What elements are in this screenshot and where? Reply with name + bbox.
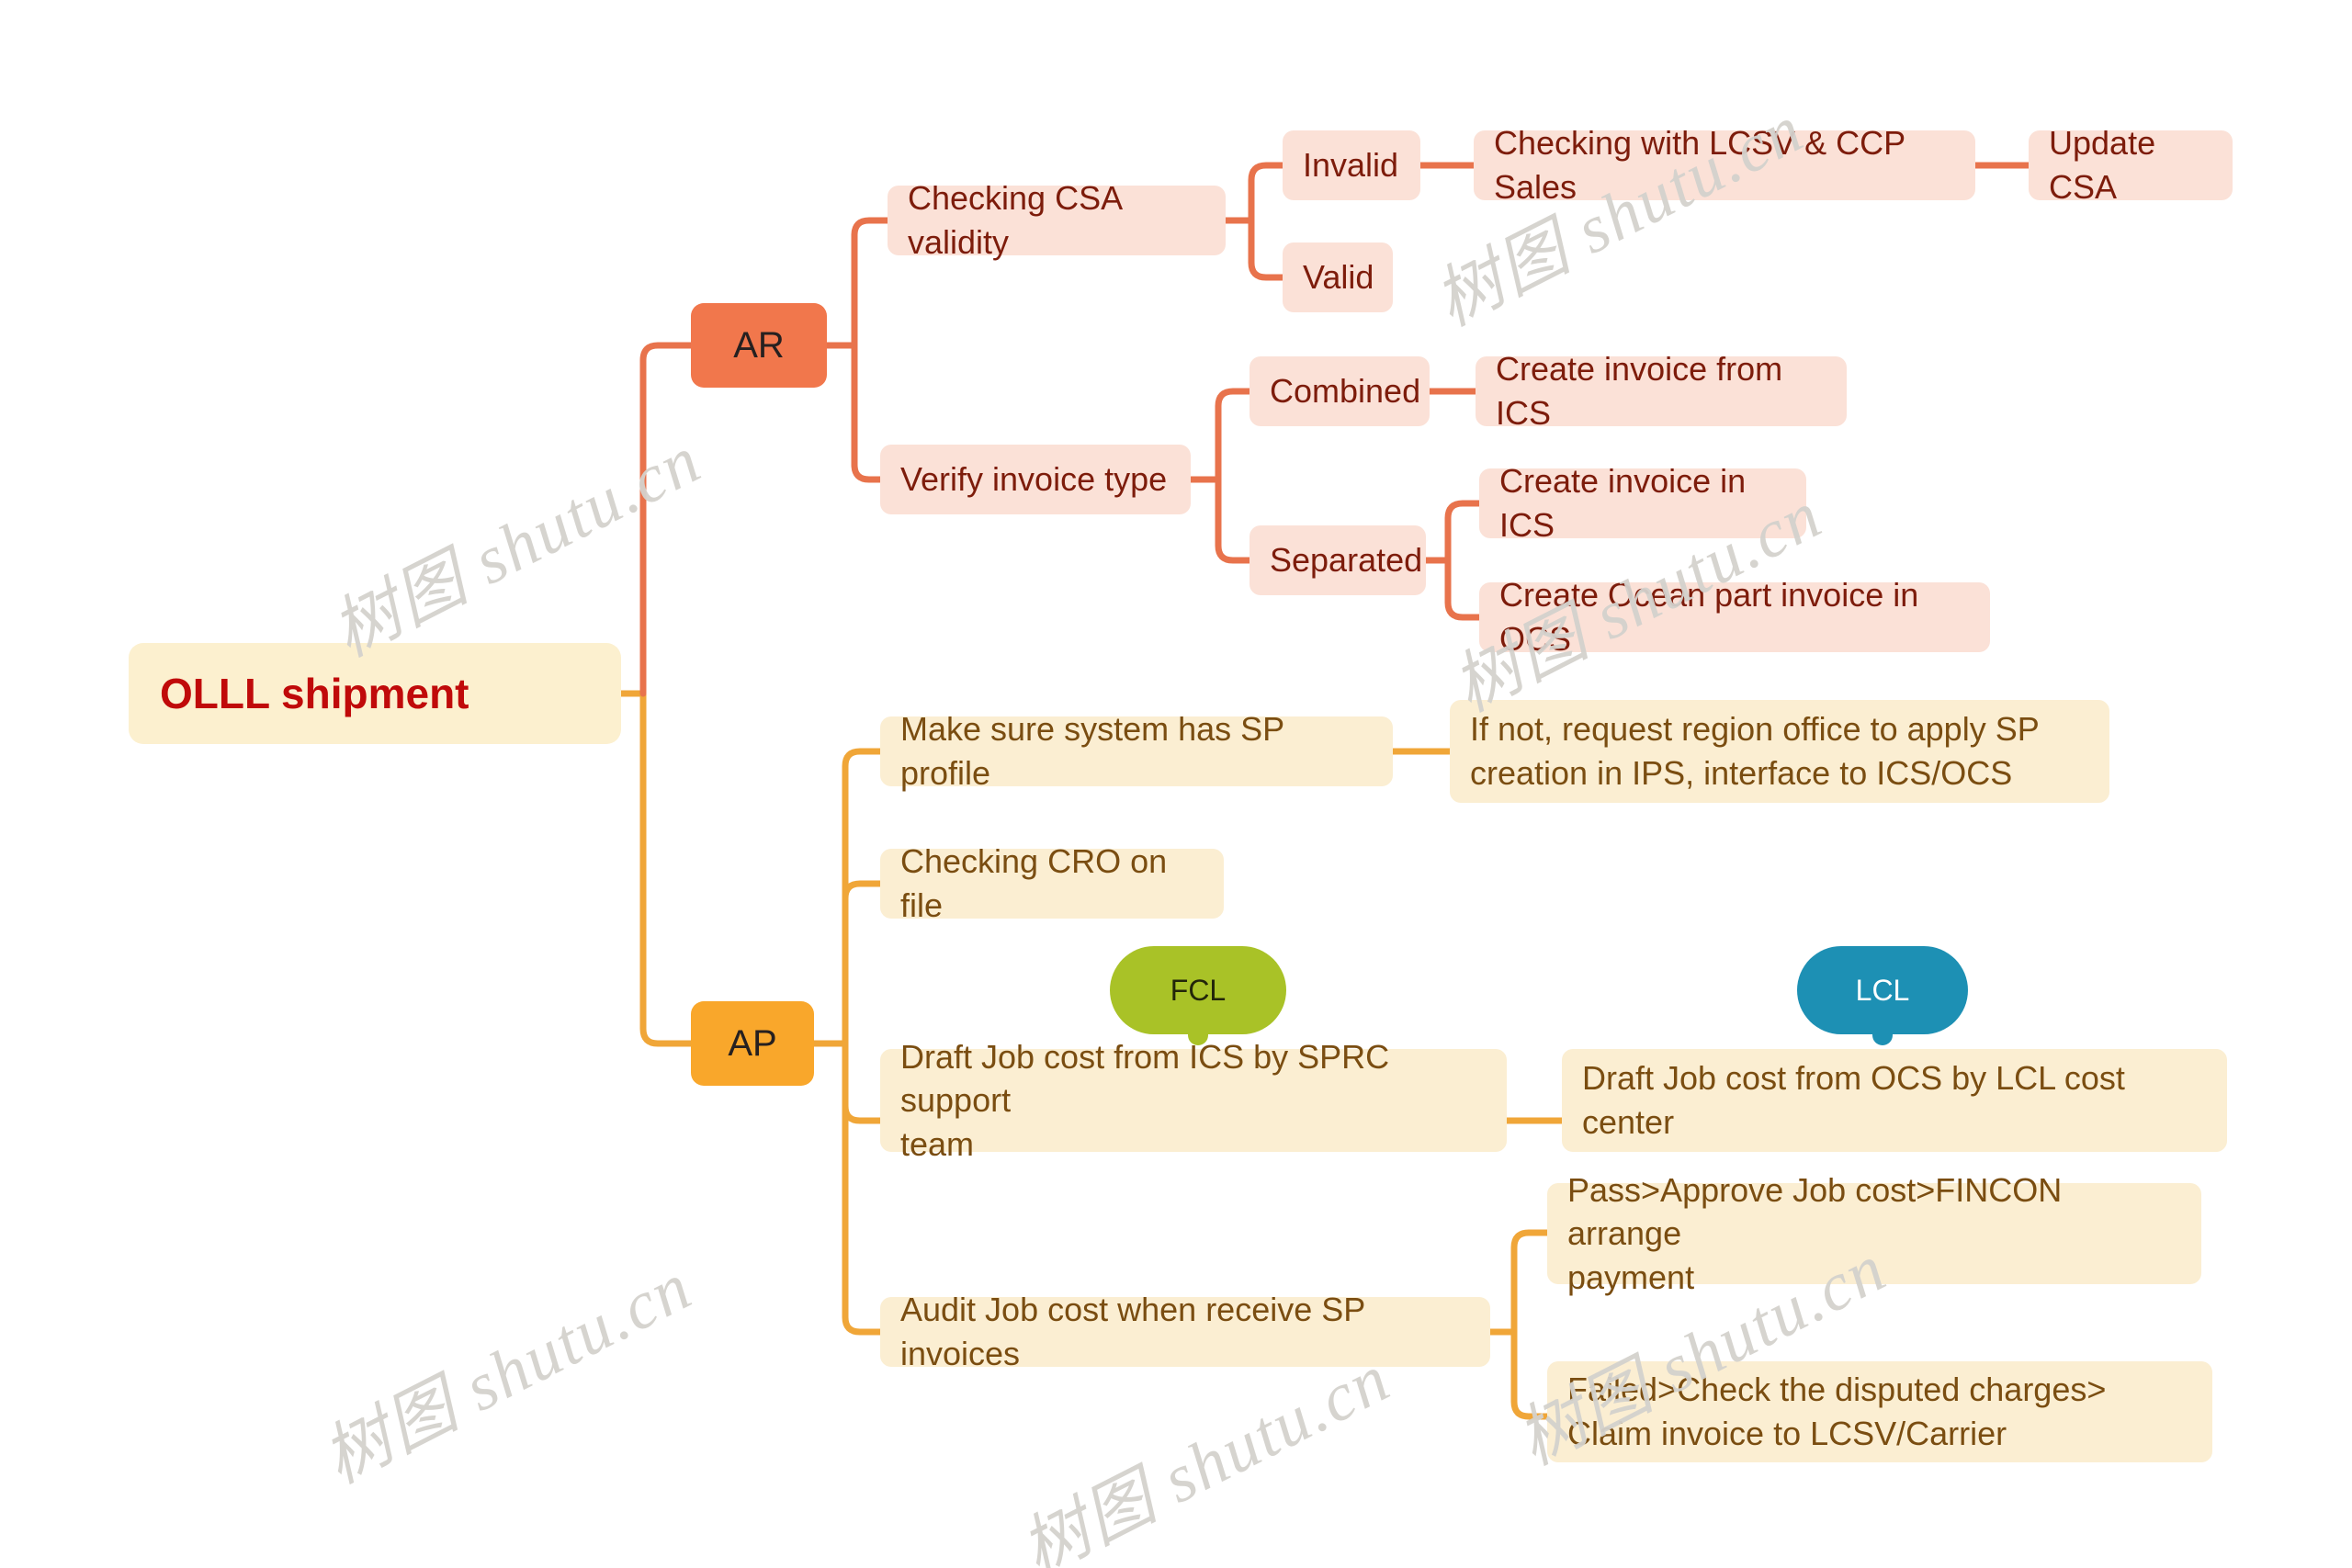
node-draft-job-cost-ics[interactable]: Draft Job cost from ICS by SPRC support … [880,1038,1507,1163]
node-audit-failed-text: Failed>Check the disputed charges> Claim… [1567,1368,2106,1455]
badge-lcl-label: LCL [1855,973,1910,1007]
branch-node-ar[interactable]: AR [691,303,827,388]
node-invalid-label: Invalid [1303,146,1399,185]
node-combined-label: Combined [1270,372,1421,411]
mindmap-canvas: 树图 shutu.cn 树图 shutu.cn 树图 shutu.cn 树图 s… [0,0,2352,1568]
node-create-ocean-part-invoice-in-ocs[interactable]: Create Ocean part invoice in OCS [1479,576,1990,658]
node-audit-pass[interactable]: Pass>Approve Job cost>FINCON arrange pay… [1547,1171,2201,1296]
node-checking-cro-on-file-label: Checking CRO on file [900,842,1168,924]
node-verify-invoice-type-label: Verify invoice type [900,460,1168,499]
node-checking-with-lcsv-ccp-sales[interactable]: Checking with LCSV & CCP Sales [1474,124,1975,206]
node-draft-job-cost-ocs-text: Draft Job cost from OCS by LCL cost cent… [1582,1056,2125,1144]
node-checking-csa-validity-label: Checking CSA validity [908,179,1122,261]
badge-lcl[interactable]: LCL [1797,946,1968,1045]
node-audit-job-cost[interactable]: Audit Job cost when receive SP invoices [880,1291,1490,1372]
node-create-ocean-part-invoice-in-ocs-label: Create Ocean part invoice in OCS [1499,576,1919,658]
node-draft-job-cost-ocs-line2: center [1582,1103,1675,1141]
node-audit-failed-line1: Failed>Check the disputed charges> [1567,1371,2107,1409]
node-checking-cro-on-file[interactable]: Checking CRO on file [880,842,1224,924]
branch-node-ap[interactable]: AP [691,1001,814,1086]
node-audit-failed[interactable]: Failed>Check the disputed charges> Claim… [1547,1361,2212,1462]
badge-fcl[interactable]: FCL [1110,946,1286,1045]
node-sp-profile-note-line2: creation in IPS, interface to ICS/OCS [1470,754,2013,792]
node-audit-failed-line2: Claim invoice to LCSV/Carrier [1567,1415,2007,1452]
node-valid[interactable]: Valid [1283,243,1393,312]
node-sp-profile-note-text: If not, request region office to apply S… [1470,707,2040,795]
node-combined[interactable]: Combined [1250,356,1430,426]
node-audit-pass-line1: Pass>Approve Job cost>FINCON arrange [1567,1170,2063,1253]
node-update-csa-label: Update CSA [2049,124,2156,206]
badge-fcl-label: FCL [1170,973,1227,1007]
node-draft-job-cost-ics-text: Draft Job cost from ICS by SPRC support … [900,1035,1487,1167]
node-checking-csa-validity[interactable]: Checking CSA validity [888,179,1226,261]
node-audit-job-cost-label: Audit Job cost when receive SP invoices [900,1291,1365,1372]
node-separated[interactable]: Separated [1250,525,1426,595]
node-checking-with-lcsv-ccp-sales-label: Checking with LCSV & CCP Sales [1494,124,1905,206]
root-node[interactable]: OLLL shipment [129,643,621,744]
node-draft-job-cost-ics-line2: team [900,1124,975,1163]
node-update-csa[interactable]: Update CSA [2029,124,2233,206]
node-create-invoice-in-ics[interactable]: Create invoice in ICS [1479,462,1806,544]
node-make-sure-system-has-sp-profile[interactable]: Make sure system has SP profile [880,710,1393,792]
node-sp-profile-note-line1: If not, request region office to apply S… [1470,710,2040,749]
node-draft-job-cost-ocs[interactable]: Draft Job cost from OCS by LCL cost cent… [1562,1049,2227,1152]
node-draft-job-cost-ics-line1: Draft Job cost from ICS by SPRC support [900,1037,1390,1120]
root-node-label: OLLL shipment [160,669,469,717]
node-separated-label: Separated [1270,541,1423,580]
node-create-invoice-in-ics-label: Create invoice in ICS [1499,462,1747,544]
node-invalid[interactable]: Invalid [1283,130,1420,200]
node-create-invoice-from-ics-label: Create invoice from ICS [1496,350,1783,432]
node-draft-job-cost-ocs-line1: Draft Job cost from OCS by LCL cost [1582,1059,2125,1098]
node-valid-label: Valid [1303,258,1374,297]
branch-node-ap-label: AP [728,1022,777,1064]
node-verify-invoice-type[interactable]: Verify invoice type [880,445,1191,514]
node-create-invoice-from-ics[interactable]: Create invoice from ICS [1476,350,1847,432]
node-audit-pass-text: Pass>Approve Job cost>FINCON arrange pay… [1567,1168,2181,1300]
node-audit-pass-line2: payment [1567,1258,1695,1296]
node-sp-profile-note[interactable]: If not, request region office to apply S… [1450,700,2109,803]
branch-node-ar-label: AR [733,324,785,366]
node-make-sure-system-has-sp-profile-label: Make sure system has SP profile [900,710,1284,792]
